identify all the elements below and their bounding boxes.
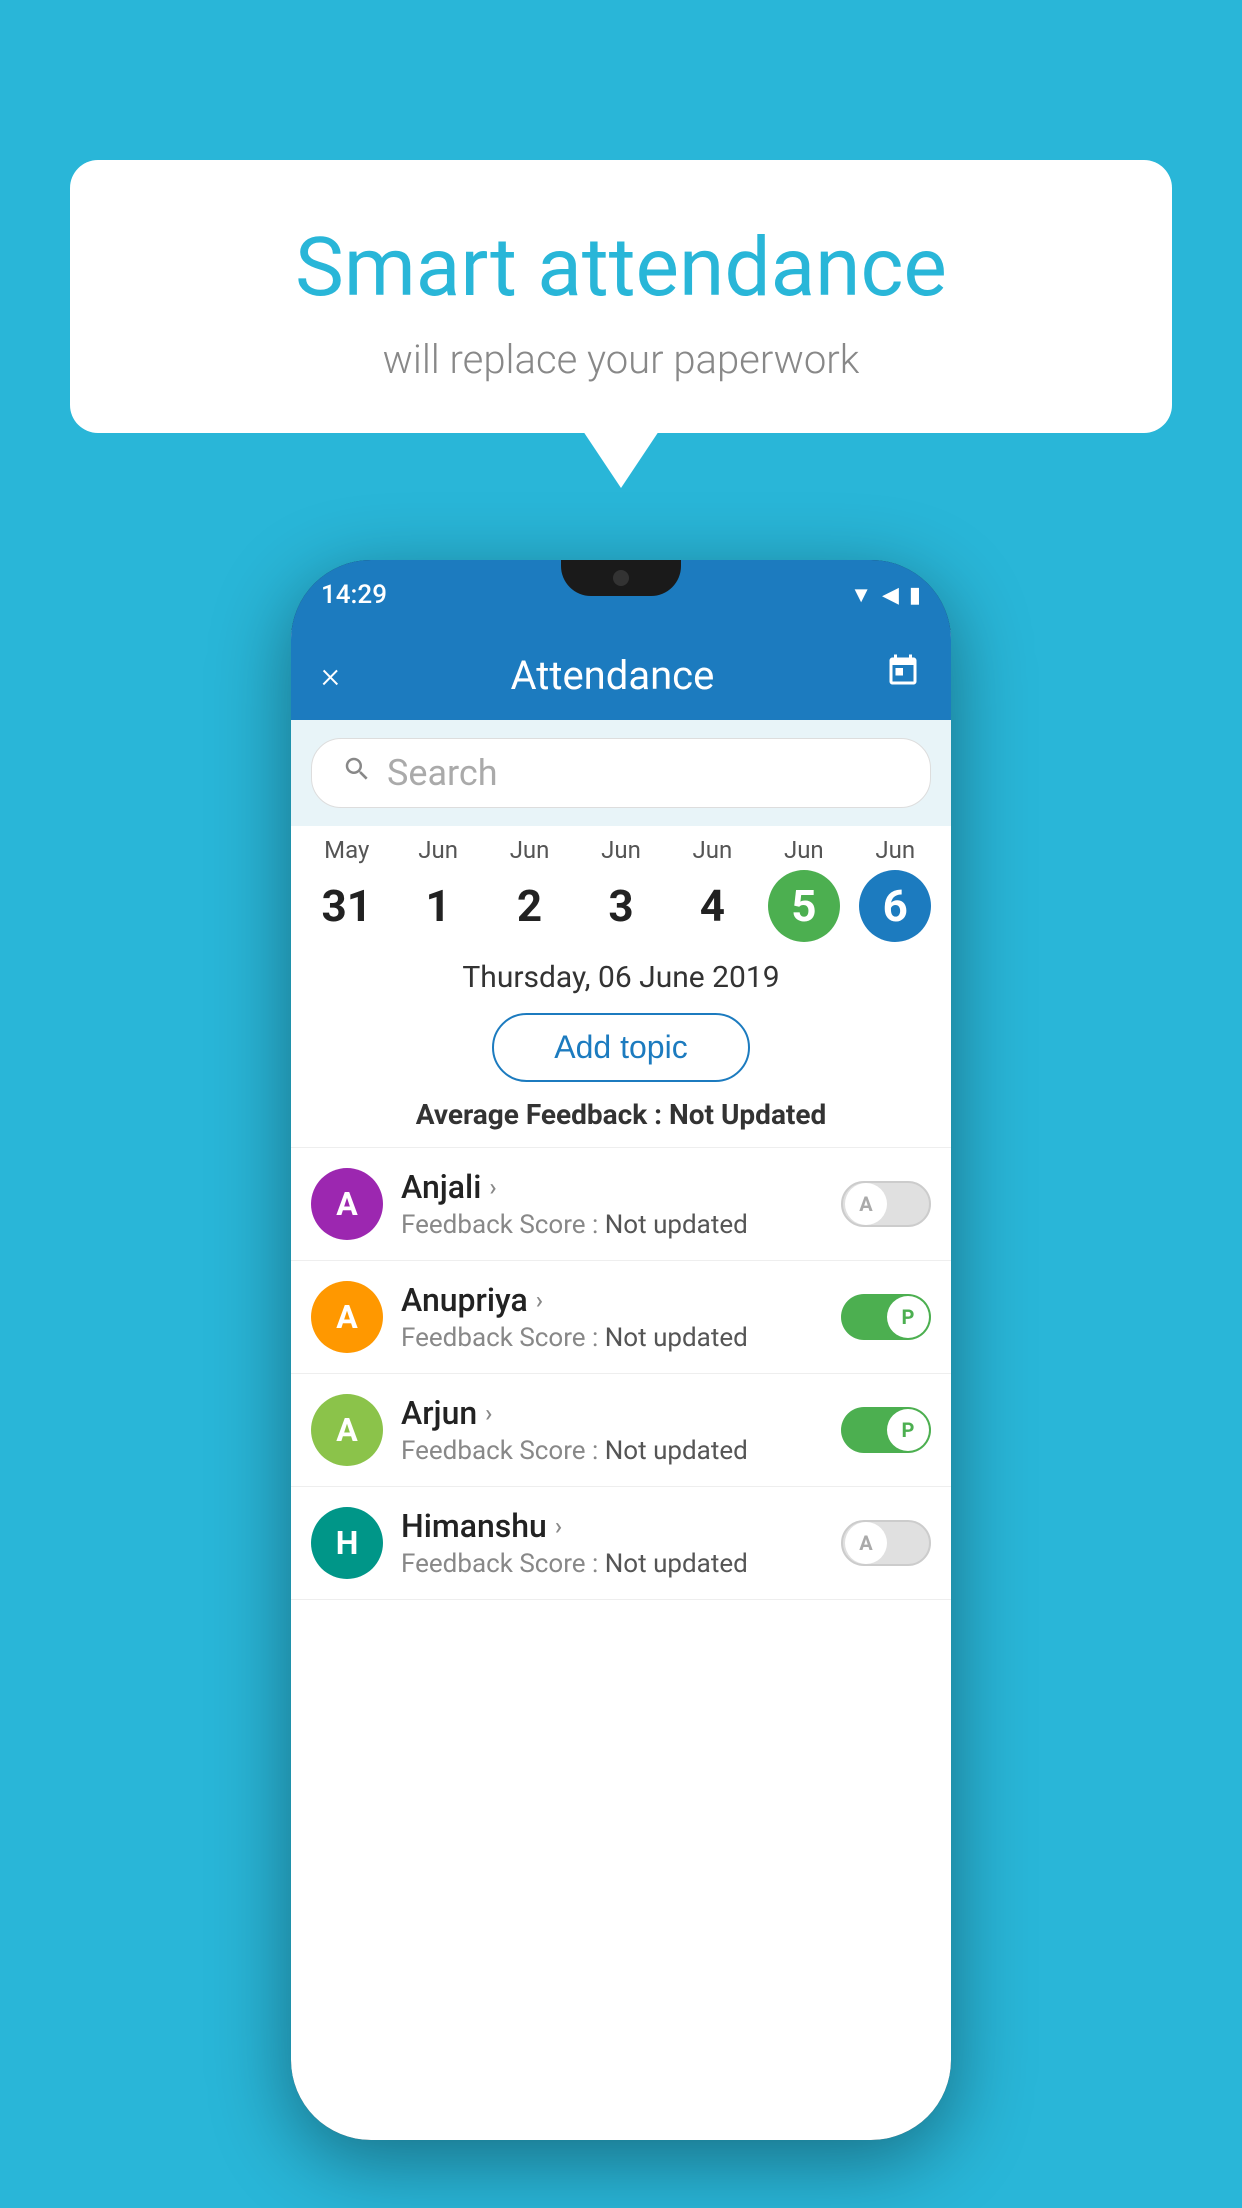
camera-dot <box>613 570 629 586</box>
toggle-container-1[interactable]: P <box>841 1294 931 1340</box>
student-list: AAnjali ›Feedback Score : Not updatedAAA… <box>291 1148 951 1600</box>
student-feedback-0: Feedback Score : Not updated <box>401 1210 823 1240</box>
search-bar[interactable]: Search <box>311 738 931 808</box>
attendance-toggle-2[interactable]: P <box>841 1407 931 1453</box>
calendar-col-4[interactable]: Jun 4 <box>667 836 758 942</box>
cal-day-5[interactable]: 5 <box>768 870 840 942</box>
student-avatar-2: A <box>311 1394 383 1466</box>
speech-bubble: Smart attendance will replace your paper… <box>70 160 1172 433</box>
calendar-col-6[interactable]: Jun 6 <box>850 836 941 942</box>
search-container: Search <box>291 720 951 826</box>
student-name-2[interactable]: Arjun › <box>401 1394 823 1432</box>
student-row-0[interactable]: A Anjali › Feedback Score : Not updated A <box>291 1148 951 1261</box>
toggle-knob-1: P <box>887 1296 929 1338</box>
student-feedback-2: Feedback Score : Not updated <box>401 1436 823 1466</box>
student-row-2[interactable]: A Arjun › Feedback Score : Not updated P <box>291 1374 951 1487</box>
student-name-1[interactable]: Anupriya › <box>401 1281 823 1319</box>
student-name-3[interactable]: Himanshu › <box>401 1507 823 1545</box>
toggle-container-3[interactable]: A <box>841 1520 931 1566</box>
cal-month-1: Jun <box>418 836 458 864</box>
student-avatar-3: H <box>311 1507 383 1579</box>
toggle-container-0[interactable]: A <box>841 1181 931 1227</box>
header-title: Attendance <box>511 652 715 699</box>
student-feedback-1: Feedback Score : Not updated <box>401 1323 823 1353</box>
toggle-knob-0: A <box>845 1183 887 1225</box>
status-bar: 14:29 ▼ ◀ ▮ <box>291 560 951 630</box>
add-topic-container: Add topic <box>291 1003 951 1098</box>
student-info-2: Arjun › Feedback Score : Not updated <box>401 1394 823 1466</box>
cal-month-6: Jun <box>875 836 915 864</box>
chevron-icon-3: › <box>555 1512 562 1540</box>
speech-bubble-container: Smart attendance will replace your paper… <box>70 160 1172 433</box>
cal-month-0: May <box>324 836 369 864</box>
cal-month-4: Jun <box>693 836 733 864</box>
cal-day-4[interactable]: 4 <box>676 870 748 942</box>
attendance-toggle-3[interactable]: A <box>841 1520 931 1566</box>
student-row-1[interactable]: A Anupriya › Feedback Score : Not updated P <box>291 1261 951 1374</box>
cal-day-1[interactable]: 1 <box>402 870 474 942</box>
toggle-knob-2: P <box>887 1409 929 1451</box>
student-feedback-3: Feedback Score : Not updated <box>401 1549 823 1579</box>
app-header: × Attendance <box>291 630 951 720</box>
cal-month-2: Jun <box>510 836 550 864</box>
calendar-dates: May 31 Jun 1 Jun 2 Jun 3 Jun 4 Jun 5 Jun 6 <box>291 826 951 942</box>
student-avatar-0: A <box>311 1168 383 1240</box>
signal-icon: ◀ <box>882 583 899 608</box>
student-info-1: Anupriya › Feedback Score : Not updated <box>401 1281 823 1353</box>
student-info-0: Anjali › Feedback Score : Not updated <box>401 1168 823 1240</box>
status-icons: ▼ ◀ ▮ <box>850 582 921 608</box>
close-button[interactable]: × <box>321 654 340 696</box>
calendar-icon[interactable] <box>885 653 921 698</box>
status-time: 14:29 <box>321 580 387 610</box>
phone-screen: × Attendance Search May31Jun1Jun2Jun3Jun… <box>291 630 951 2140</box>
search-icon <box>342 754 372 792</box>
chevron-icon-0: › <box>489 1173 496 1201</box>
student-row-3[interactable]: H Himanshu › Feedback Score : Not updated A <box>291 1487 951 1600</box>
student-avatar-1: A <box>311 1281 383 1353</box>
search-input[interactable]: Search <box>387 752 498 794</box>
calendar-col-0[interactable]: May 31 <box>301 836 392 942</box>
selected-date-label: Thursday, 06 June 2019 <box>291 942 951 1003</box>
phone-frame: 14:29 ▼ ◀ ▮ × Attendance <box>291 560 951 2140</box>
toggle-knob-3: A <box>845 1522 887 1564</box>
attendance-toggle-1[interactable]: P <box>841 1294 931 1340</box>
battery-icon: ▮ <box>909 583 921 608</box>
add-topic-button[interactable]: Add topic <box>492 1013 749 1082</box>
wifi-icon: ▼ <box>850 582 872 608</box>
avg-feedback-label: Average Feedback : <box>416 1098 662 1131</box>
cal-month-5: Jun <box>784 836 824 864</box>
attendance-toggle-0[interactable]: A <box>841 1181 931 1227</box>
cal-day-2[interactable]: 2 <box>494 870 566 942</box>
bubble-title: Smart attendance <box>130 220 1112 316</box>
student-info-3: Himanshu › Feedback Score : Not updated <box>401 1507 823 1579</box>
chevron-icon-1: › <box>536 1286 543 1314</box>
calendar-col-5[interactable]: Jun 5 <box>758 836 849 942</box>
chevron-icon-2: › <box>485 1399 492 1427</box>
student-name-0[interactable]: Anjali › <box>401 1168 823 1206</box>
cal-day-3[interactable]: 3 <box>585 870 657 942</box>
cal-day-6[interactable]: 6 <box>859 870 931 942</box>
cal-month-3: Jun <box>601 836 641 864</box>
calendar-col-2[interactable]: Jun 2 <box>484 836 575 942</box>
avg-feedback: Average Feedback : Not Updated <box>291 1098 951 1147</box>
cal-day-0[interactable]: 31 <box>311 870 383 942</box>
phone-notch <box>561 560 681 596</box>
avg-feedback-value: Not Updated <box>669 1098 826 1131</box>
calendar-col-3[interactable]: Jun 3 <box>575 836 666 942</box>
toggle-container-2[interactable]: P <box>841 1407 931 1453</box>
bubble-subtitle: will replace your paperwork <box>130 336 1112 383</box>
calendar-col-1[interactable]: Jun 1 <box>392 836 483 942</box>
